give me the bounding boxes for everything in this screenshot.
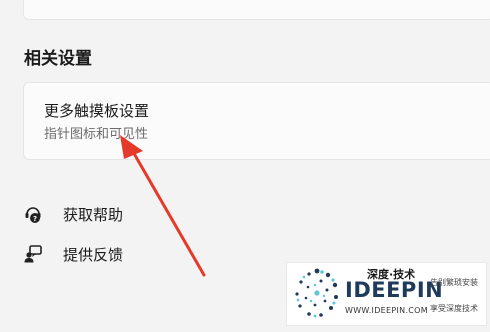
get-help-label: 获取帮助 [63,206,124,224]
related-settings-heading: 相关设置 [24,49,92,69]
feedback-label: 提供反馈 [63,246,124,264]
get-help-icon: ? [23,204,43,224]
get-help-link[interactable]: ? 获取帮助 [23,202,143,226]
watermark-slogan-1: 告别繁琐安装 [430,278,478,287]
watermark-url: WWW.IDEEPIN.COM [345,306,428,315]
setting-description: 指针图标和可见性 [44,127,149,142]
feedback-icon [23,244,43,264]
more-touchpad-settings-card[interactable]: 更多触摸板设置 指针图标和可见性 [23,82,490,160]
ideepin-logo [295,268,338,318]
setting-title: 更多触摸板设置 [44,102,150,120]
watermark-brand: IDEEPIN [345,278,444,302]
give-feedback-link[interactable]: 提供反馈 [23,242,143,266]
svg-text:?: ? [33,215,37,223]
watermark-slogan-2: 享受深度技术 [430,304,478,313]
ideepin-watermark: 深度·技术 IDEEPIN WWW.IDEEPIN.COM 告别繁琐安装 享受深… [286,262,487,326]
previous-setting-card[interactable] [23,0,490,20]
